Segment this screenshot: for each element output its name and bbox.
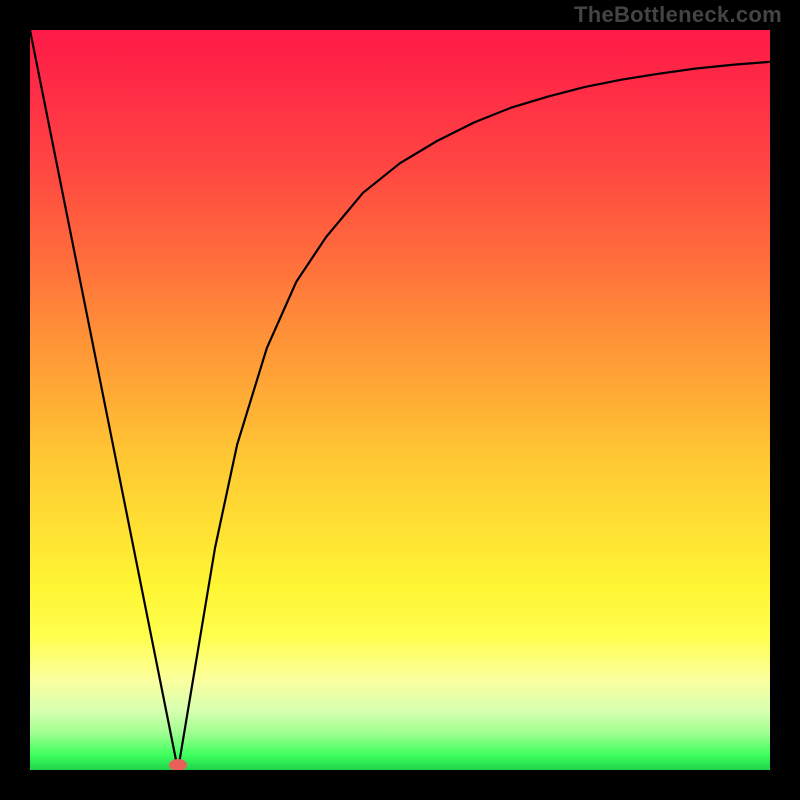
bottleneck-curve bbox=[30, 30, 770, 770]
plot-area bbox=[30, 30, 770, 770]
chart-frame: TheBottleneck.com bbox=[0, 0, 800, 800]
minimum-marker bbox=[169, 759, 187, 770]
watermark-text: TheBottleneck.com bbox=[574, 2, 782, 28]
